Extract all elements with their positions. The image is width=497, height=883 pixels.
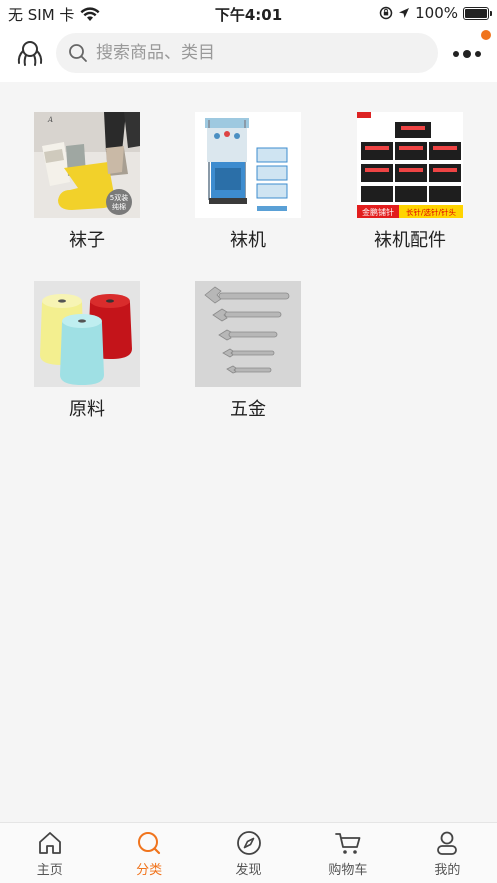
tab-mine[interactable]: 我的 xyxy=(398,823,497,883)
notification-dot xyxy=(481,30,491,40)
tab-label: 我的 xyxy=(434,863,461,878)
home-icon xyxy=(38,832,61,854)
app-logo-icon[interactable] xyxy=(14,38,46,70)
tab-label: 购物车 xyxy=(328,863,368,878)
svg-text:A: A xyxy=(47,116,53,124)
more-dot xyxy=(475,51,481,57)
parts-banner-right: 长针/选针/针头 xyxy=(406,207,457,217)
tab-cart[interactable]: 购物车 xyxy=(298,823,397,883)
cart-icon xyxy=(335,833,361,854)
compass-icon xyxy=(236,831,261,855)
status-right: 100% xyxy=(379,4,492,22)
category-item-machine-parts[interactable]: 金鹏铺针 长针/选针/针头 袜机配件 xyxy=(345,112,475,252)
category-item-sock-machine[interactable]: 袜机 xyxy=(183,112,313,252)
category-item-socks[interactable]: 5双装 纯棉 A 袜子 xyxy=(22,112,152,252)
category-grid: 5双装 纯棉 A 袜子 袜机 金鹏铺针 长针/选针/针头 袜机配件 原料 五金 xyxy=(0,82,497,822)
bottom-tab-bar: 主页 分类 发现 购物车 我的 xyxy=(0,822,497,883)
tab-label: 分类 xyxy=(136,863,163,878)
category-item-yarn[interactable]: 原料 xyxy=(22,281,152,421)
yarn-image xyxy=(34,281,140,387)
sock-machine-image xyxy=(195,112,301,218)
user-icon xyxy=(437,831,458,855)
header xyxy=(0,26,497,82)
tab-label: 主页 xyxy=(36,863,63,878)
battery-percent: 100% xyxy=(415,4,458,22)
tab-home[interactable]: 主页 xyxy=(0,823,99,883)
battery-level xyxy=(465,8,487,18)
battery-icon xyxy=(463,6,492,20)
rotation-lock-icon xyxy=(379,6,393,20)
socks-badge-line1: 5双装 xyxy=(110,193,128,202)
more-dot xyxy=(453,51,459,57)
more-button[interactable] xyxy=(451,44,483,64)
status-bar: 无 SIM 卡 下午4:01 100% xyxy=(0,0,497,26)
tab-discover[interactable]: 发现 xyxy=(199,823,298,883)
wrench-image xyxy=(195,281,301,387)
category-search-icon xyxy=(138,832,161,855)
machine-parts-image: 金鹏铺针 长针/选针/针头 xyxy=(357,112,463,218)
category-label: 原料 xyxy=(69,399,105,420)
search-bar[interactable] xyxy=(56,33,438,73)
search-input[interactable] xyxy=(96,43,416,63)
socks-badge-line2: 纯棉 xyxy=(112,202,126,211)
category-label: 袜机配件 xyxy=(374,230,446,251)
socks-image: 5双装 纯棉 A xyxy=(34,112,140,218)
category-label: 袜机 xyxy=(230,230,266,251)
category-item-hardware[interactable]: 五金 xyxy=(183,281,313,421)
tab-category[interactable]: 分类 xyxy=(99,823,198,883)
tab-label: 发现 xyxy=(235,863,262,878)
parts-banner-left: 金鹏铺针 xyxy=(362,207,394,217)
location-arrow-icon xyxy=(399,8,410,18)
category-label: 袜子 xyxy=(69,230,105,251)
more-dot xyxy=(463,50,471,58)
search-icon xyxy=(69,44,87,62)
category-label: 五金 xyxy=(230,399,266,420)
